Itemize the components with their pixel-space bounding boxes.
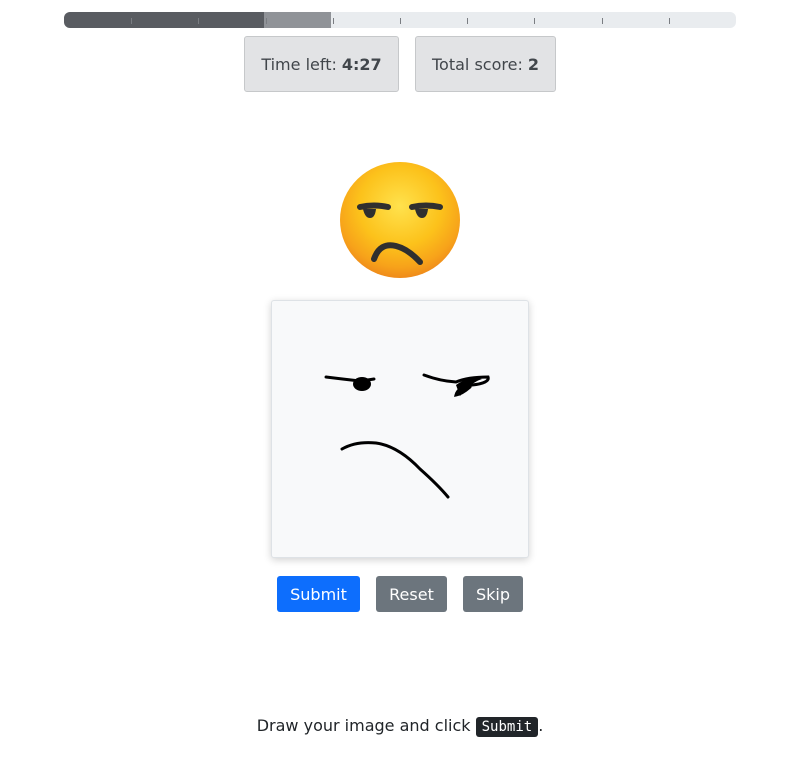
score-value: 2	[527, 54, 539, 74]
instructions-submit-key: Submit	[475, 716, 539, 737]
progress-tick	[131, 18, 132, 24]
instructions-text: Draw your image and click Submit.	[0, 716, 800, 737]
progress-tick	[266, 18, 267, 24]
timer-value: 4:27	[341, 54, 382, 74]
score-box: Total score: 2	[415, 36, 556, 92]
progress-tick	[198, 18, 199, 24]
timer-box: Time left: 4:27	[244, 36, 399, 92]
reset-button[interactable]: Reset	[376, 576, 447, 612]
progress-tick	[534, 18, 535, 24]
instructions-prefix: Draw your image and click	[256, 716, 471, 735]
score-label: Total score:	[432, 54, 523, 74]
skip-button[interactable]: Skip	[463, 576, 523, 612]
unamused-face-emoji	[336, 158, 464, 282]
submit-button[interactable]: Submit	[277, 576, 360, 612]
progress-tick	[467, 18, 468, 24]
round-progress-bar	[64, 12, 736, 28]
timer-label: Time left:	[261, 54, 337, 74]
progress-completed-fill	[64, 12, 264, 28]
progress-current-fill	[264, 12, 331, 28]
progress-tick	[602, 18, 603, 24]
instructions-suffix: .	[538, 716, 544, 735]
user-sketch	[324, 373, 490, 499]
progress-tick	[333, 18, 334, 24]
progress-tick	[669, 18, 670, 24]
progress-tick	[400, 18, 401, 24]
drawing-canvas[interactable]	[271, 300, 529, 558]
